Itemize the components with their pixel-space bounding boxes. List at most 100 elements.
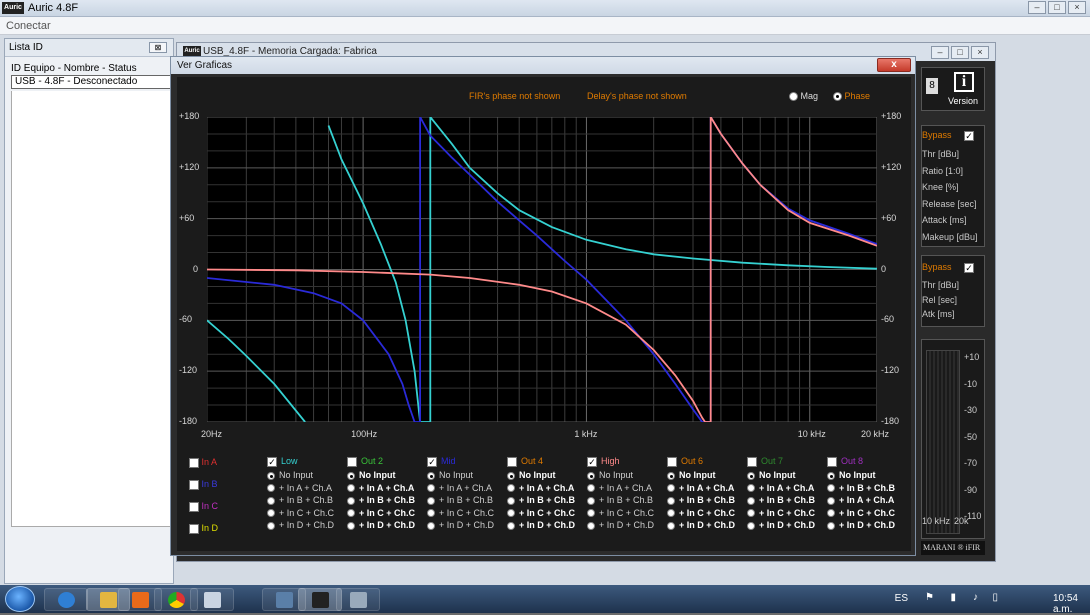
routing-option[interactable]: + In A + Ch.A	[827, 494, 905, 507]
clock[interactable]: 10:54 a.m.	[1053, 593, 1078, 615]
routing-option[interactable]: + In D + Ch.D	[747, 519, 825, 532]
routing-option[interactable]: No Input	[267, 469, 345, 482]
radio-icon	[587, 522, 595, 530]
internet-explorer-icon	[58, 592, 75, 608]
flag-icon[interactable]: ⚑	[925, 592, 934, 603]
mode-phase-radio[interactable]: Phase	[833, 91, 870, 102]
info-icon[interactable]: i	[954, 72, 974, 92]
routing-option[interactable]: + In A + Ch.A	[347, 482, 425, 495]
routing-option-label: + In B + Ch.B	[679, 495, 736, 506]
routing-option[interactable]: + In A + Ch.A	[507, 482, 585, 495]
routing-option[interactable]: No Input	[827, 469, 905, 482]
input-checkbox[interactable]: In C	[189, 501, 218, 512]
y-tick-label-right: 0	[881, 263, 887, 274]
routing-option-label: + In D + Ch.D	[279, 520, 335, 531]
lista-close-button[interactable]: ⊠	[149, 42, 167, 53]
meter-tick: +10	[964, 352, 980, 362]
language-indicator[interactable]: ES	[895, 593, 908, 604]
routing-option[interactable]: + In C + Ch.C	[267, 507, 345, 520]
param-label: Thr [dBu]	[922, 280, 960, 290]
routing-option[interactable]: No Input	[747, 469, 825, 482]
taskbar-app3[interactable]	[336, 588, 380, 611]
routing-option[interactable]: + In B + Ch.B	[507, 494, 585, 507]
routing-option[interactable]: + In C + Ch.C	[427, 507, 505, 520]
output-header[interactable]: ✓ Mid	[427, 453, 505, 469]
graph-close-button[interactable]: x	[877, 58, 911, 72]
routing-option[interactable]: + In B + Ch.B	[347, 494, 425, 507]
routing-option[interactable]: + In A + Ch.A	[747, 482, 825, 495]
output-header[interactable]: Out 4	[507, 453, 585, 469]
y-tick-label-left: +120	[179, 161, 200, 172]
routing-option[interactable]: + In D + Ch.D	[347, 519, 425, 532]
routing-option[interactable]: + In C + Ch.C	[667, 507, 745, 520]
output-column: Out 4 No Input + In A + Ch.A + In B + Ch.B +…	[507, 453, 585, 532]
network-icon[interactable]: ▮	[950, 592, 956, 603]
y-tick-label-left: +60	[179, 212, 195, 223]
device-close-button[interactable]: ×	[971, 46, 989, 59]
output-header[interactable]: Out 2	[347, 453, 425, 469]
comp2-bypass-check[interactable]: ✓	[964, 262, 974, 273]
output-header[interactable]: Out 6	[667, 453, 745, 469]
volume-icon[interactable]: ♪	[973, 592, 978, 603]
input-checkbox[interactable]: In B	[189, 479, 218, 490]
routing-option[interactable]: + In B + Ch.B	[587, 494, 665, 507]
routing-option[interactable]: + In A + Ch.A	[587, 482, 665, 495]
menu-conectar[interactable]: Conectar	[6, 20, 51, 32]
radio-icon	[347, 496, 355, 505]
close-button[interactable]: ×	[1068, 1, 1086, 14]
routing-option[interactable]: + In C + Ch.C	[347, 507, 425, 520]
minimize-button[interactable]: –	[1028, 1, 1046, 14]
device-minimize-button[interactable]: –	[931, 46, 949, 59]
device-maximize-button[interactable]: □	[951, 46, 969, 59]
routing-option[interactable]: No Input	[667, 469, 745, 482]
comp1-params: Thr [dBu] Ratio [1:0] Knee [%] Release […	[922, 146, 978, 245]
app-icon	[350, 592, 367, 608]
routing-option[interactable]: + In A + Ch.A	[267, 482, 345, 495]
fir-phase-note: FIR's phase not shown	[469, 91, 561, 101]
input-checkbox[interactable]: In A	[189, 457, 217, 468]
routing-option[interactable]: + In D + Ch.D	[667, 519, 745, 532]
routing-option[interactable]: + In D + Ch.D	[507, 519, 585, 532]
output-header[interactable]: Out 7	[747, 453, 825, 469]
routing-option[interactable]: + In D + Ch.D	[427, 519, 505, 532]
routing-option[interactable]: No Input	[507, 469, 585, 482]
output-label: Out 2	[361, 456, 384, 466]
taskbar-ie[interactable]	[44, 588, 88, 611]
routing-option[interactable]: + In B + Ch.B	[827, 482, 905, 495]
list-item[interactable]: USB - 4.8F - Desconectado	[11, 75, 171, 89]
routing-option-label: + In D + Ch.D	[439, 520, 495, 531]
routing-option[interactable]: No Input	[587, 469, 665, 482]
app-title-bar: Auric Auric 4.8F – □ ×	[0, 0, 1090, 17]
mode-mag-radio[interactable]: Mag	[789, 91, 818, 102]
delay-phase-note: Delay's phase not shown	[587, 91, 687, 101]
input-checkbox[interactable]: In D	[189, 523, 218, 534]
checkbox-icon	[189, 457, 199, 468]
routing-option[interactable]: + In C + Ch.C	[747, 507, 825, 520]
output-header[interactable]: ✓ High	[587, 453, 665, 469]
routing-option[interactable]: + In B + Ch.B	[427, 494, 505, 507]
taskbar-app1[interactable]	[190, 588, 234, 611]
routing-option[interactable]: + In C + Ch.C	[587, 507, 665, 520]
battery-icon[interactable]: ▯	[992, 592, 998, 603]
maximize-button[interactable]: □	[1048, 1, 1066, 14]
routing-option[interactable]: + In D + Ch.D	[587, 519, 665, 532]
comp1-bypass-check[interactable]: ✓	[964, 130, 974, 141]
routing-option[interactable]: + In C + Ch.C	[507, 507, 585, 520]
routing-option[interactable]: + In C + Ch.C	[827, 507, 905, 520]
output-label: Low	[281, 456, 298, 466]
start-button[interactable]	[5, 586, 35, 612]
checkbox-icon	[189, 501, 199, 512]
output-header[interactable]: Out 8	[827, 453, 905, 469]
routing-option[interactable]: + In B + Ch.B	[267, 494, 345, 507]
routing-option[interactable]: No Input	[347, 469, 425, 482]
routing-option[interactable]: No Input	[427, 469, 505, 482]
routing-option[interactable]: + In A + Ch.A	[667, 482, 745, 495]
output-header[interactable]: ✓ Low	[267, 453, 345, 469]
routing-option[interactable]: + In A + Ch.A	[427, 482, 505, 495]
routing-option[interactable]: + In D + Ch.D	[827, 519, 905, 532]
routing-option[interactable]: + In B + Ch.B	[747, 494, 825, 507]
radio-icon	[667, 509, 675, 518]
radio-icon	[267, 496, 275, 505]
routing-option[interactable]: + In B + Ch.B	[667, 494, 745, 507]
routing-option[interactable]: + In D + Ch.D	[267, 519, 345, 532]
